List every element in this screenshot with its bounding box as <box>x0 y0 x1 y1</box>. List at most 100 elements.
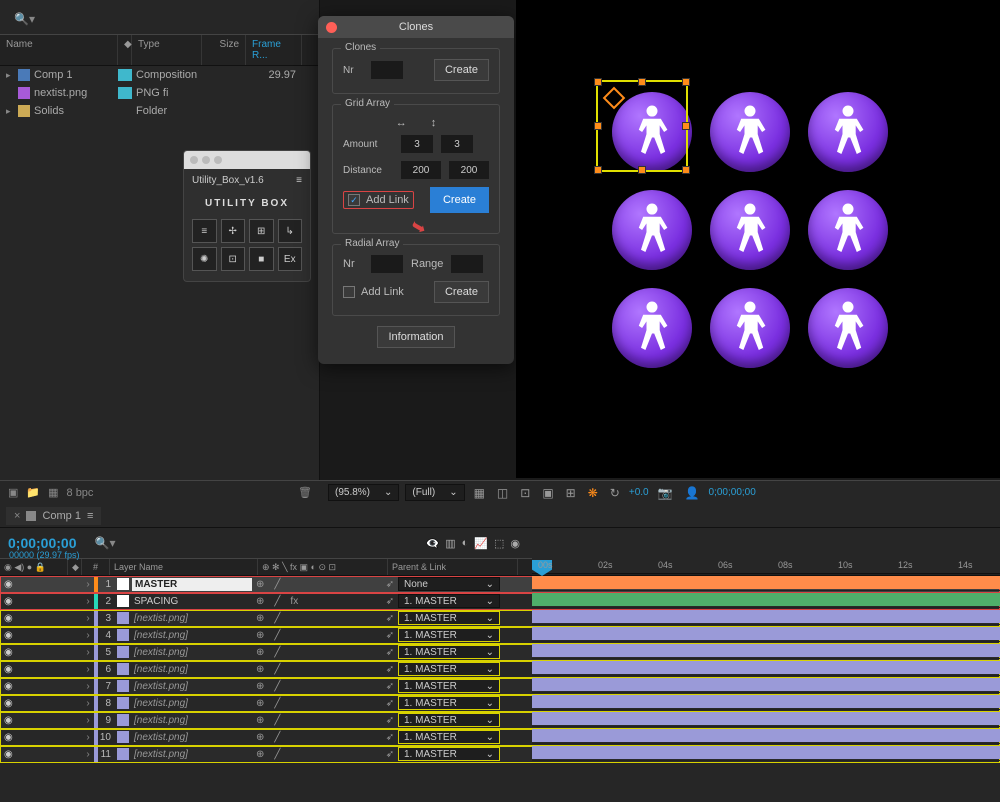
utility-tool-button[interactable]: ⊞ <box>249 219 274 243</box>
pickwhip-icon[interactable]: ➶ <box>382 596 398 607</box>
bpc-toggle[interactable]: 8 bpc <box>67 487 94 499</box>
shy-icon[interactable]: 👁‍🗨 <box>426 537 440 550</box>
layer-bar-track[interactable] <box>532 574 1000 591</box>
amount-x-input[interactable] <box>401 135 433 153</box>
layer-bar[interactable] <box>532 678 1000 691</box>
layer-name[interactable]: [nextist.png] <box>132 715 252 726</box>
project-row[interactable]: nextist.pngPNG fi <box>0 84 319 102</box>
information-button[interactable]: Information <box>377 326 454 348</box>
exposure-value[interactable]: +0.0 <box>629 487 649 498</box>
twirl-icon[interactable]: › <box>82 579 94 590</box>
viewer-token[interactable] <box>702 84 798 180</box>
layer-name[interactable]: [nextist.png] <box>132 664 252 675</box>
amount-y-input[interactable] <box>441 135 473 153</box>
viewer-token[interactable] <box>604 182 700 278</box>
utility-tool-button[interactable]: ■ <box>249 247 274 271</box>
twirl-icon[interactable]: › <box>82 732 94 743</box>
clones-dialog[interactable]: Clones Clones Nr Create Grid Array ↔↕ Am… <box>318 16 514 364</box>
grid-create-button[interactable]: Create <box>430 187 489 213</box>
pickwhip-icon[interactable]: ➶ <box>382 630 398 641</box>
label-tag[interactable] <box>118 105 132 117</box>
layer-bar[interactable] <box>532 746 1000 759</box>
reset-exposure-icon[interactable]: ↻ <box>607 486 623 500</box>
col-index[interactable]: # <box>82 559 110 575</box>
layer-bar[interactable] <box>532 661 1000 674</box>
anchor-icon[interactable] <box>603 87 626 110</box>
grid-icon[interactable]: ▣ <box>539 486 556 500</box>
layer-bar[interactable] <box>532 695 1000 708</box>
parent-dropdown[interactable]: 1. MASTER⌄ <box>398 594 500 608</box>
parent-dropdown[interactable]: 1. MASTER⌄ <box>398 713 500 727</box>
layer-bar-track[interactable] <box>532 642 1000 659</box>
layer-name[interactable]: MASTER <box>132 578 252 591</box>
search-icon[interactable]: 🔍▾ <box>14 12 35 26</box>
new-folder-icon[interactable]: 📁 <box>26 486 40 499</box>
layer-switches[interactable]: ⊕╱fx <box>252 596 382 607</box>
selection-box[interactable] <box>596 80 688 172</box>
parent-dropdown[interactable]: 1. MASTER⌄ <box>398 747 500 761</box>
col-type[interactable]: Type <box>132 35 202 65</box>
distance-y-input[interactable] <box>449 161 489 179</box>
handle-icon[interactable] <box>594 122 602 130</box>
frame-blend-icon[interactable]: ▥ <box>445 537 455 550</box>
twirl-icon[interactable]: › <box>82 596 94 607</box>
utility-tool-button[interactable]: ↳ <box>278 219 303 243</box>
layer-name[interactable]: [nextist.png] <box>132 681 252 692</box>
layer-name[interactable]: [nextist.png] <box>132 647 252 658</box>
utility-box-panel[interactable]: Utility_Box_v1.6 ≡ UTILITY BOX ≡✢⊞↳✺⊡■Ex <box>183 150 311 282</box>
time-ruler[interactable]: 00s02s04s06s08s10s12s14s <box>532 558 1000 574</box>
twirl-icon[interactable]: › <box>82 698 94 709</box>
panel-menu-icon[interactable]: ≡ <box>296 175 302 186</box>
pickwhip-icon[interactable]: ➶ <box>382 647 398 658</box>
layer-bar-track[interactable] <box>532 710 1000 727</box>
motion-blur-icon[interactable]: ◐ <box>462 537 469 550</box>
viewer-token[interactable] <box>800 84 896 180</box>
layer-bar-track[interactable] <box>532 591 1000 608</box>
viewer-token[interactable] <box>604 280 700 376</box>
layer-bar-track[interactable] <box>532 727 1000 744</box>
layer-bar[interactable] <box>532 712 1000 725</box>
layer-name[interactable]: [nextist.png] <box>132 698 252 709</box>
parent-dropdown[interactable]: 1. MASTER⌄ <box>398 730 500 744</box>
twirl-icon[interactable]: › <box>82 664 94 675</box>
layer-bar-track[interactable] <box>532 676 1000 693</box>
radial-create-button[interactable]: Create <box>434 281 489 303</box>
twirl-icon[interactable]: › <box>82 613 94 624</box>
layer-bar[interactable] <box>532 610 1000 623</box>
zoom-dropdown[interactable]: (95.8%)⌄ <box>328 484 399 501</box>
layer-bar[interactable] <box>532 593 1000 606</box>
twirl-icon[interactable]: › <box>82 749 94 760</box>
utility-tool-button[interactable]: Ex <box>278 247 303 271</box>
parent-dropdown[interactable]: 1. MASTER⌄ <box>398 628 500 642</box>
visibility-icon[interactable]: ◉ <box>4 715 15 726</box>
pickwhip-icon[interactable]: ➶ <box>382 698 398 709</box>
distance-x-input[interactable] <box>401 161 441 179</box>
handle-icon[interactable] <box>638 166 646 174</box>
utility-box-titlebar[interactable] <box>184 151 310 169</box>
twirl-icon[interactable]: › <box>82 647 94 658</box>
parent-dropdown[interactable]: 1. MASTER⌄ <box>398 611 500 625</box>
handle-icon[interactable] <box>594 78 602 86</box>
layer-name[interactable]: [nextist.png] <box>132 732 252 743</box>
snapshot-icon[interactable]: 📷 <box>655 486 676 500</box>
radial-range-input[interactable] <box>451 255 483 273</box>
layer-switches[interactable]: ⊕╱ <box>252 664 382 675</box>
col-parent[interactable]: Parent & Link <box>388 559 518 575</box>
handle-icon[interactable] <box>594 166 602 174</box>
layer-switches[interactable]: ⊕╱ <box>252 698 382 709</box>
panel-menu-icon[interactable]: ≡ <box>87 510 93 522</box>
utility-tool-button[interactable]: ✺ <box>192 247 217 271</box>
col-layer-name[interactable]: Layer Name <box>110 559 258 575</box>
resolution-dropdown[interactable]: (Full)⌄ <box>405 484 464 501</box>
project-row[interactable]: ▸Comp 1Composition29.97 <box>0 66 319 84</box>
parent-dropdown[interactable]: 1. MASTER⌄ <box>398 662 500 676</box>
utility-tool-button[interactable]: ≡ <box>192 219 217 243</box>
graph-editor-icon[interactable]: 📈 <box>474 537 488 550</box>
twirl-icon[interactable]: › <box>82 715 94 726</box>
layer-bar[interactable] <box>532 576 1000 589</box>
render-icon[interactable]: ◉ <box>510 537 520 550</box>
radial-add-link-checkbox[interactable] <box>343 286 355 298</box>
guides-icon[interactable]: ⊞ <box>563 486 579 500</box>
new-comp-icon[interactable]: ▦ <box>48 486 58 499</box>
timeline-search-icon[interactable]: 🔍▾ <box>95 536 116 550</box>
